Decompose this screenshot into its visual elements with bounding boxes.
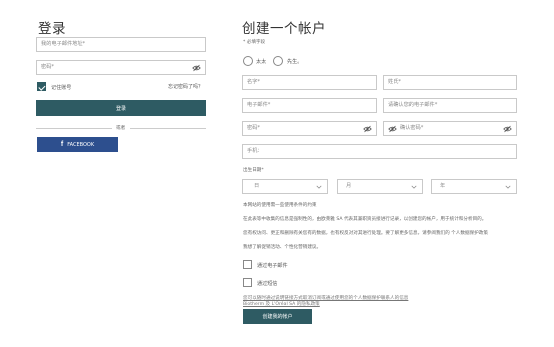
register-email-placeholder: 电子邮件* xyxy=(247,102,271,108)
register-title: 创建一个帐户 xyxy=(242,21,326,37)
marketing-line-3: 我想了解促销活动、个性化营销建议。 xyxy=(243,245,322,250)
confirm-email-placeholder: 请确认您的电子邮件* xyxy=(388,102,438,108)
opt-email-checkbox[interactable] xyxy=(243,260,252,269)
confirm-password-placeholder: 确认密码* xyxy=(400,125,424,131)
create-account-button[interactable]: 创建我的帐户 xyxy=(243,309,312,324)
opt-sms-label: 通过短信 xyxy=(257,281,278,287)
login-button[interactable]: 登录 xyxy=(36,100,206,116)
confirm-email-field[interactable]: 请确认您的电子邮件* xyxy=(383,98,517,113)
month-select[interactable]: 月 xyxy=(337,179,423,194)
opt-email-label: 通过电子邮件 xyxy=(257,263,288,269)
required-note: * 必填字段 xyxy=(243,40,266,45)
chevron-down-icon xyxy=(411,185,417,189)
login-password-placeholder: 密码* xyxy=(41,64,54,70)
month-select-value: 月 xyxy=(346,183,352,189)
day-select[interactable]: 日 xyxy=(242,179,328,194)
phone-field[interactable]: 手机： xyxy=(242,144,517,159)
day-select-value: 日 xyxy=(254,183,260,189)
marketing-line-1: 在此表等中收集的信息是强制性的，由欧莱雅 SA 代表其兼职资员接进行记录，以创建… xyxy=(243,217,487,222)
radio-mr-label: 先生。 xyxy=(287,59,303,65)
login-password-field[interactable]: 密码* xyxy=(36,60,206,75)
eye-slash-icon[interactable] xyxy=(388,125,397,133)
remember-checkbox[interactable] xyxy=(37,82,46,91)
chevron-down-icon xyxy=(505,185,511,189)
footer-notice-privacy[interactable]: Biotherm 及 L'Oréal SA 的隐私政策 xyxy=(243,301,320,307)
or-label: 或者 xyxy=(116,126,126,131)
eye-slash-icon[interactable] xyxy=(192,64,201,72)
forgot-password-link[interactable]: 忘记密码了吗？ xyxy=(168,83,203,90)
marketing-line-2: 您有权访问、更正和删除有关您有的数据，也有权反对对其进行处理。要了解更多信息，请… xyxy=(243,231,488,236)
eye-slash-icon[interactable] xyxy=(503,125,512,133)
login-title: 登录 xyxy=(38,21,66,37)
radio-mr[interactable] xyxy=(273,56,283,66)
facebook-icon: f xyxy=(60,141,64,148)
login-button-label: 登录 xyxy=(115,105,126,112)
confirm-password-field[interactable]: 确认密码* xyxy=(383,121,517,136)
login-email-placeholder: 我的电子邮件地址* xyxy=(41,41,86,47)
radio-mrs-label: 太太 xyxy=(256,59,267,65)
year-select-value: 年 xyxy=(440,183,446,189)
chevron-down-icon xyxy=(316,185,322,189)
first-name-field[interactable]: 名字* xyxy=(242,75,377,90)
facebook-button-label: FACEBOOK xyxy=(67,141,95,148)
radio-mrs[interactable] xyxy=(243,56,253,66)
create-account-label: 创建我的帐户 xyxy=(262,314,293,320)
year-select[interactable]: 年 xyxy=(431,179,517,194)
opt-sms-checkbox[interactable] xyxy=(243,278,252,287)
register-email-field[interactable]: 电子邮件* xyxy=(242,98,377,113)
register-password-placeholder: 密码* xyxy=(247,125,260,131)
first-name-placeholder: 名字* xyxy=(247,79,260,85)
eye-slash-icon[interactable] xyxy=(363,125,372,133)
login-email-field[interactable]: 我的电子邮件地址* xyxy=(36,37,206,52)
birthdate-label: 出生日期* xyxy=(243,168,264,173)
marketing-title: 本网站的使用需一些使用条件的约束 xyxy=(243,203,317,208)
facebook-login-button[interactable]: f FACEBOOK xyxy=(37,137,118,152)
or-divider-right xyxy=(130,128,206,129)
phone-placeholder: 手机： xyxy=(247,148,263,154)
last-name-field[interactable]: 姓氏* xyxy=(383,75,517,90)
register-password-field[interactable]: 密码* xyxy=(242,121,377,136)
last-name-placeholder: 姓氏* xyxy=(388,79,401,85)
or-divider-left xyxy=(36,128,112,129)
remember-label: 记住账号 xyxy=(51,85,72,91)
